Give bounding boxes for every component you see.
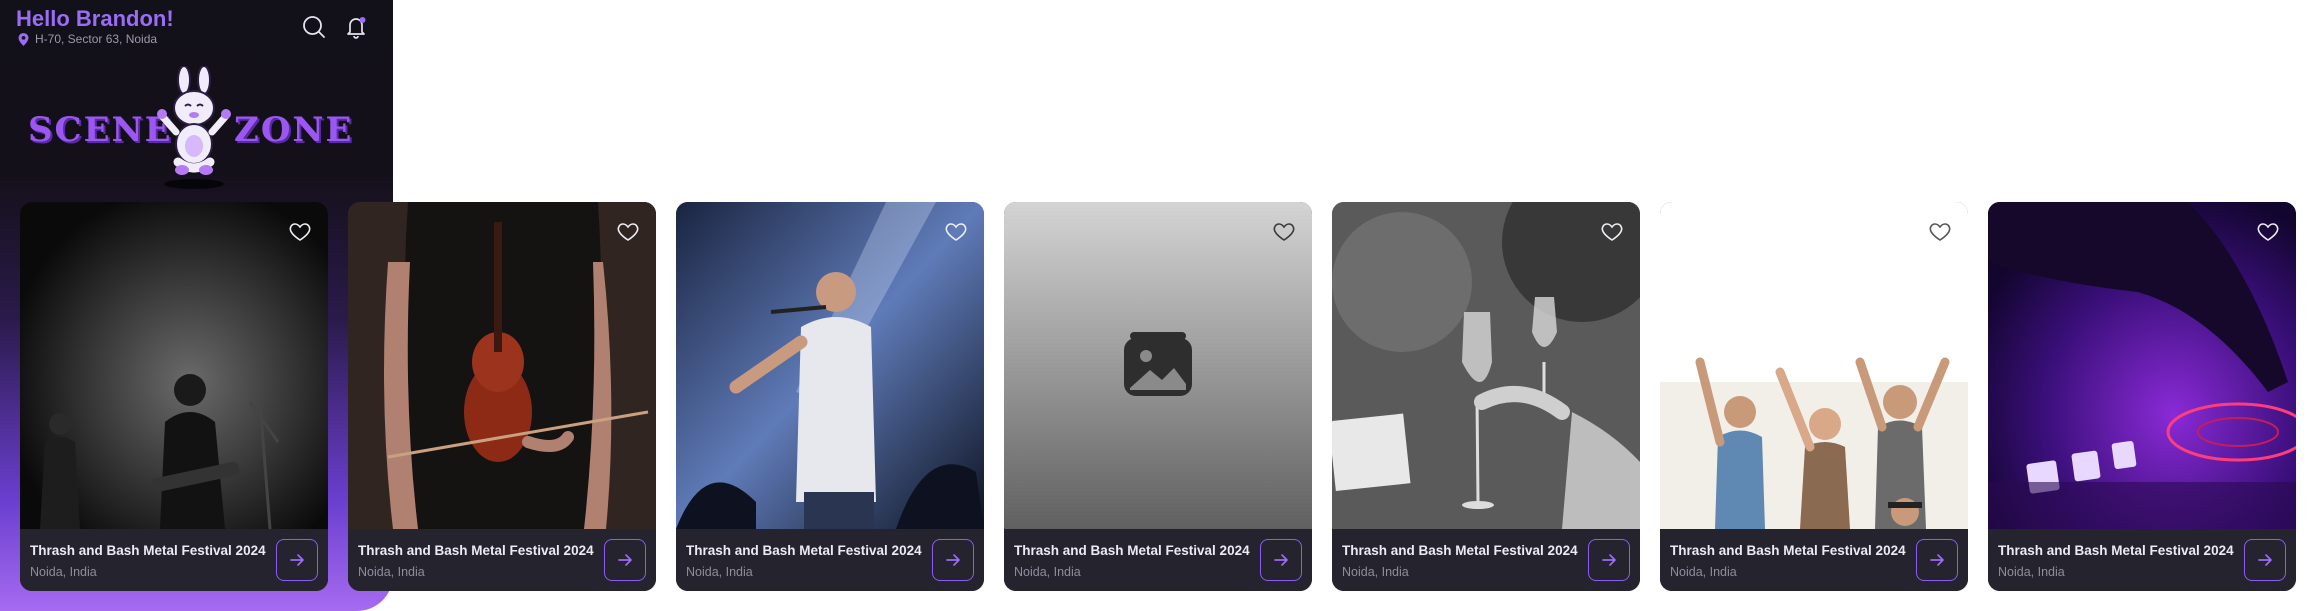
- open-event-button[interactable]: [2244, 539, 2286, 581]
- event-card[interactable]: Thrash and Bash Metal Festival 2024 Noid…: [20, 202, 328, 591]
- event-location: Noida, India: [358, 565, 425, 579]
- arrow-right-icon: [290, 554, 304, 566]
- bell-icon[interactable]: [343, 14, 369, 40]
- open-event-button[interactable]: [932, 539, 974, 581]
- event-location: Noida, India: [686, 565, 753, 579]
- heart-icon[interactable]: [1272, 220, 1296, 244]
- bunny-mascot-icon: [157, 66, 231, 189]
- heart-icon[interactable]: [288, 220, 312, 244]
- arrow-right-icon: [618, 554, 632, 566]
- event-image: [1332, 202, 1640, 529]
- event-info: Thrash and Bash Metal Festival 2024 Noid…: [1660, 529, 1968, 591]
- event-card[interactable]: Thrash and Bash Metal Festival 2024 Noid…: [676, 202, 984, 591]
- arrow-right-icon: [1602, 554, 1616, 566]
- event-image: [1004, 202, 1312, 529]
- heart-icon[interactable]: [2256, 220, 2280, 244]
- open-event-button[interactable]: [1588, 539, 1630, 581]
- event-title: Thrash and Bash Metal Festival 2024: [1670, 543, 1906, 558]
- event-title: Thrash and Bash Metal Festival 2024: [686, 543, 922, 558]
- event-info: Thrash and Bash Metal Festival 2024 Noid…: [1988, 529, 2296, 591]
- current-location[interactable]: H-70, Sector 63, Noida: [18, 32, 157, 46]
- event-location: Noida, India: [1998, 565, 2065, 579]
- logo-word-right: ZONE: [234, 110, 354, 150]
- event-info: Thrash and Bash Metal Festival 2024 Noid…: [1332, 529, 1640, 591]
- event-location: Noida, India: [30, 565, 97, 579]
- event-title: Thrash and Bash Metal Festival 2024: [358, 543, 594, 558]
- event-image: [676, 202, 984, 529]
- event-info: Thrash and Bash Metal Festival 2024 Noid…: [676, 529, 984, 591]
- event-image: [348, 202, 656, 529]
- heart-icon[interactable]: [1928, 220, 1952, 244]
- event-title: Thrash and Bash Metal Festival 2024: [1998, 543, 2234, 558]
- greeting-title: Hello Brandon!: [16, 6, 174, 31]
- event-card[interactable]: Thrash and Bash Metal Festival 2024 Noid…: [348, 202, 656, 591]
- event-title: Thrash and Bash Metal Festival 2024: [30, 543, 266, 558]
- event-info: Thrash and Bash Metal Festival 2024 Noid…: [1004, 529, 1312, 591]
- event-card[interactable]: Thrash and Bash Metal Festival 2024 Noid…: [1660, 202, 1968, 591]
- event-location: Noida, India: [1014, 565, 1081, 579]
- event-image: [1660, 202, 1968, 529]
- event-card[interactable]: Thrash and Bash Metal Festival 2024 Noid…: [1988, 202, 2296, 591]
- heart-icon[interactable]: [1600, 220, 1624, 244]
- event-location: Noida, India: [1342, 565, 1409, 579]
- location-pin-icon: [18, 32, 29, 46]
- arrow-right-icon: [1930, 554, 1944, 566]
- scene-zone-logo: SCENE ZONE: [26, 66, 351, 196]
- event-info: Thrash and Bash Metal Festival 2024 Noid…: [20, 529, 328, 591]
- location-text: H-70, Sector 63, Noida: [35, 32, 158, 46]
- image-placeholder-icon: [1124, 332, 1192, 396]
- arrow-right-icon: [1274, 554, 1288, 566]
- event-image: [1988, 202, 2296, 529]
- open-event-button[interactable]: [1916, 539, 1958, 581]
- event-title: Thrash and Bash Metal Festival 2024: [1342, 543, 1578, 558]
- heart-icon[interactable]: [944, 220, 968, 244]
- event-info: Thrash and Bash Metal Festival 2024 Noid…: [348, 529, 656, 591]
- event-location: Noida, India: [1670, 565, 1737, 579]
- arrow-right-icon: [946, 554, 960, 566]
- event-card[interactable]: Thrash and Bash Metal Festival 2024 Noid…: [1332, 202, 1640, 591]
- open-event-button[interactable]: [276, 539, 318, 581]
- event-image: [20, 202, 328, 529]
- event-title: Thrash and Bash Metal Festival 2024: [1014, 543, 1250, 558]
- arrow-right-icon: [2258, 554, 2272, 566]
- open-event-button[interactable]: [604, 539, 646, 581]
- search-icon[interactable]: [301, 14, 327, 40]
- event-card[interactable]: Thrash and Bash Metal Festival 2024 Noid…: [1004, 202, 1312, 591]
- heart-icon[interactable]: [616, 220, 640, 244]
- logo-word-left: SCENE: [28, 110, 173, 150]
- open-event-button[interactable]: [1260, 539, 1302, 581]
